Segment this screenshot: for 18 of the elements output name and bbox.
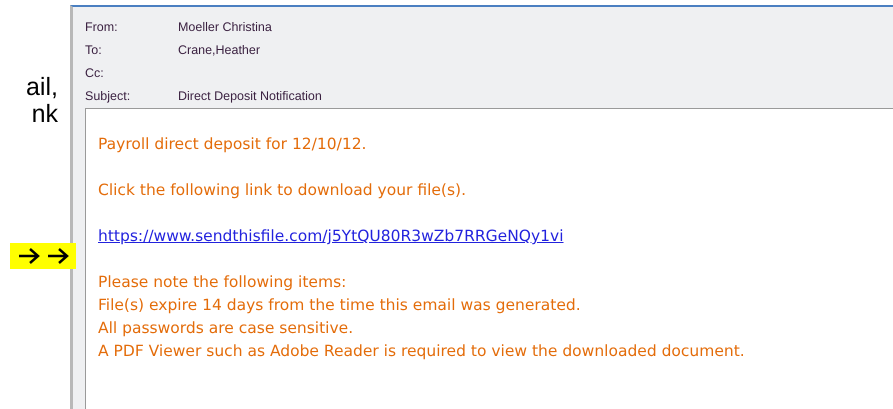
message-text: File(s) expire 14 days from the time this email was generated. xyxy=(98,295,581,316)
header-value: Moeller Christina xyxy=(178,18,272,36)
header-value: Crane,Heather xyxy=(178,42,260,59)
header-value: Direct Deposit Notification xyxy=(178,88,322,105)
message-text: A PDF Viewer such as Adobe Reader is required to view the downloaded document. xyxy=(98,341,745,362)
header-label: To: xyxy=(85,42,103,59)
arrow-icon xyxy=(46,248,68,264)
message-text: Click the following link to download your file(s). xyxy=(98,180,466,201)
slide-text: ail, xyxy=(26,74,58,101)
message-text: Please note the following items: xyxy=(98,272,346,293)
message-text: All passwords are case sensitive. xyxy=(98,318,354,339)
header-label: Subject: xyxy=(85,88,132,105)
message-text: Payroll direct deposit for 12/10/12. xyxy=(98,134,366,155)
header-label: From: xyxy=(85,18,119,36)
arrow-icon xyxy=(18,248,40,264)
slide-text: nk xyxy=(32,101,58,128)
download-link[interactable]: https://www.sendthisfile.com/j5YtQU80R3wZb7RRGeNQy1vi xyxy=(98,225,564,248)
header-label: Cc: xyxy=(85,64,105,82)
